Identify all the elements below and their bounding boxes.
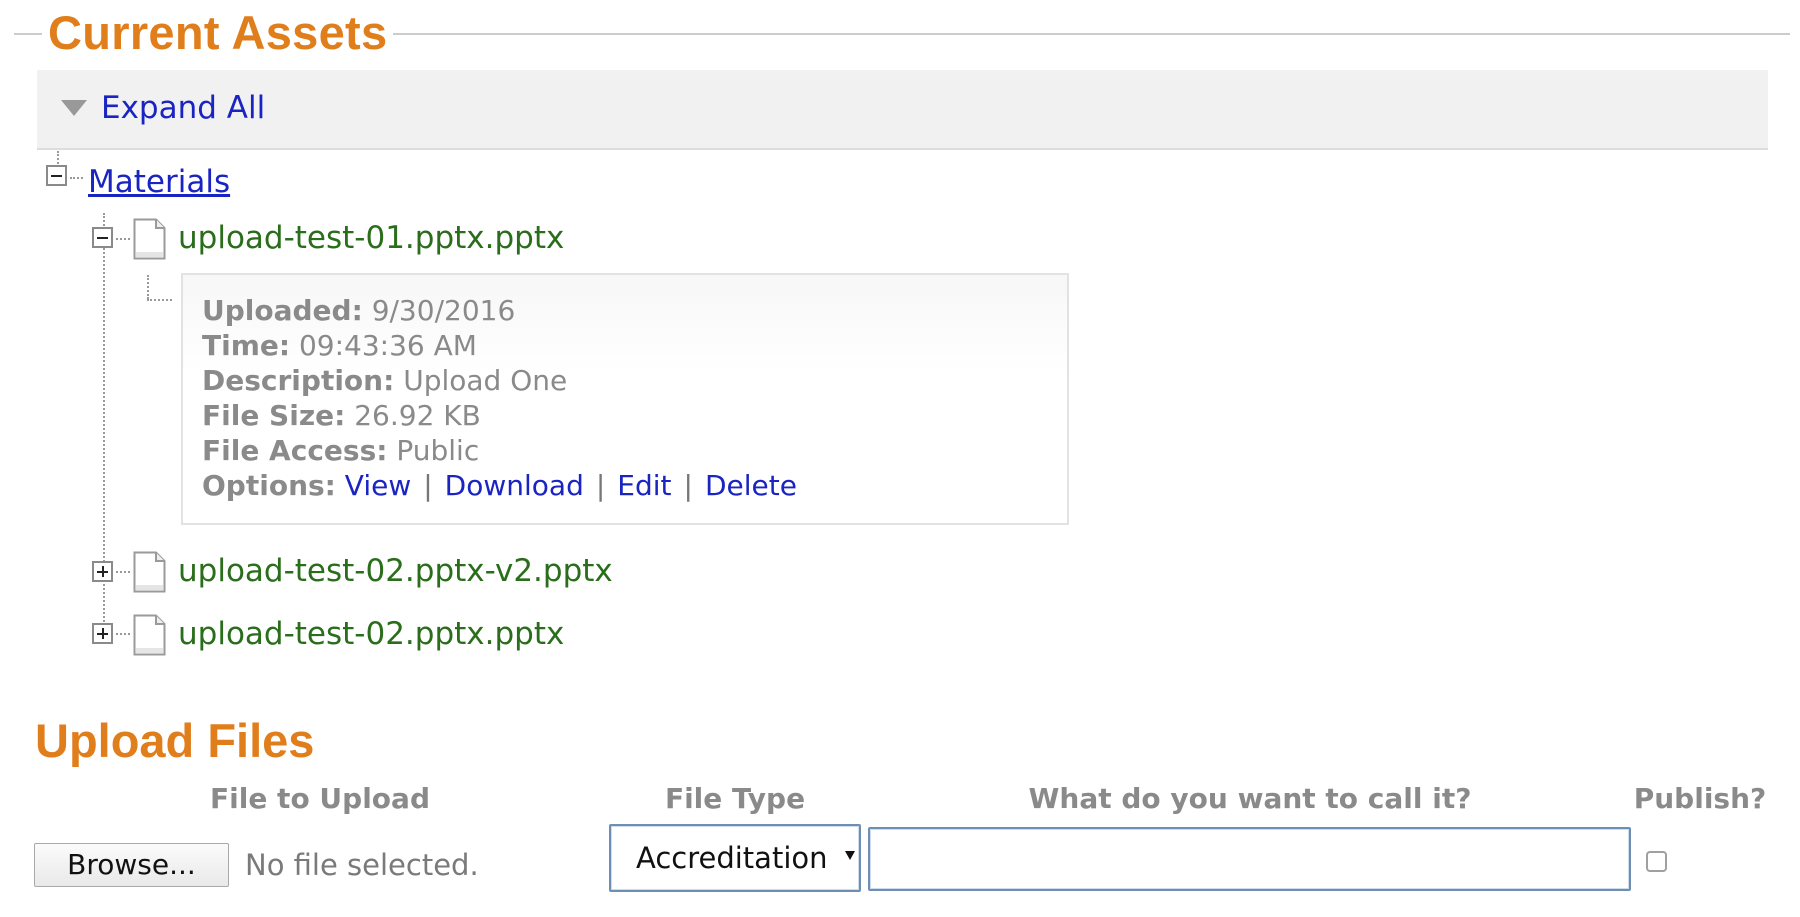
- description-value: Upload One: [403, 364, 568, 397]
- time-row: Time: 09:43:36 AM: [202, 328, 1067, 363]
- file-to-upload-header: File to Upload: [210, 782, 430, 815]
- tree-connector: [70, 177, 83, 179]
- no-file-selected-text: No file selected.: [245, 848, 479, 882]
- file-type-select[interactable]: Accreditation: [609, 824, 861, 892]
- file-1-details-card: Uploaded: 9/30/2016 Time: 09:43:36 AM De…: [181, 273, 1069, 525]
- options-label: Options:: [202, 469, 336, 502]
- file-size-row: File Size: 26.92 KB: [202, 398, 1067, 433]
- time-label: Time:: [202, 329, 291, 362]
- file-1-name[interactable]: upload-test-01.pptx.pptx: [178, 218, 564, 258]
- document-icon: [133, 218, 166, 260]
- tree-connector: [57, 151, 59, 164]
- option-separator: |: [683, 469, 693, 502]
- time-value: 09:43:36 AM: [298, 329, 477, 362]
- materials-collapse-toggle-icon[interactable]: [46, 165, 67, 186]
- tree-connector: [147, 299, 172, 301]
- collapse-arrow-icon[interactable]: [61, 100, 87, 116]
- current-assets-title: Current Assets: [42, 4, 394, 62]
- options-row: Options: View | Download | Edit | Delete: [202, 468, 1067, 503]
- file-access-label: File Access:: [202, 434, 388, 467]
- option-separator: |: [595, 469, 606, 502]
- chevron-down-icon: [845, 851, 855, 860]
- description-label: Description:: [202, 364, 395, 397]
- browse-button[interactable]: Browse...: [34, 843, 229, 887]
- file-access-value: Public: [396, 434, 480, 467]
- expand-all-bar[interactable]: Expand All: [37, 70, 1768, 150]
- call-it-header: What do you want to call it?: [1028, 782, 1472, 815]
- file-2-name[interactable]: upload-test-02.pptx-v2.pptx: [178, 551, 613, 591]
- tree-connector: [116, 238, 130, 240]
- uploaded-value: 9/30/2016: [371, 294, 516, 327]
- description-row: Description: Upload One: [202, 363, 1067, 398]
- file-3-name[interactable]: upload-test-02.pptx.pptx: [178, 614, 564, 654]
- document-icon: [133, 551, 166, 593]
- option-separator: |: [423, 469, 433, 502]
- file-size-value: 26.92 KB: [354, 399, 481, 432]
- edit-link[interactable]: Edit: [617, 469, 671, 502]
- document-icon: [133, 614, 166, 656]
- file-size-label: File Size:: [202, 399, 346, 432]
- file-type-selected-value: Accreditation: [636, 841, 828, 875]
- publish-checkbox[interactable]: [1646, 851, 1667, 872]
- file-1-collapse-toggle-icon[interactable]: [92, 227, 113, 248]
- publish-header: Publish?: [1633, 782, 1767, 815]
- materials-folder-link[interactable]: Materials: [88, 162, 230, 202]
- download-link[interactable]: Download: [445, 469, 584, 502]
- delete-link[interactable]: Delete: [705, 469, 797, 502]
- tree-connector: [116, 571, 130, 573]
- file-access-row: File Access: Public: [202, 433, 1067, 468]
- view-link[interactable]: View: [345, 469, 411, 502]
- uploaded-label: Uploaded:: [202, 294, 363, 327]
- tree-connector: [116, 633, 130, 635]
- file-type-header: File Type: [664, 782, 806, 815]
- tree-connector: [147, 275, 149, 299]
- expand-all-link[interactable]: Expand All: [101, 88, 265, 128]
- file-2-expand-toggle-icon[interactable]: [92, 561, 113, 582]
- uploaded-row: Uploaded: 9/30/2016: [202, 293, 1067, 328]
- call-it-input[interactable]: [868, 827, 1631, 891]
- upload-files-title: Upload Files: [35, 714, 315, 767]
- file-3-expand-toggle-icon[interactable]: [92, 623, 113, 644]
